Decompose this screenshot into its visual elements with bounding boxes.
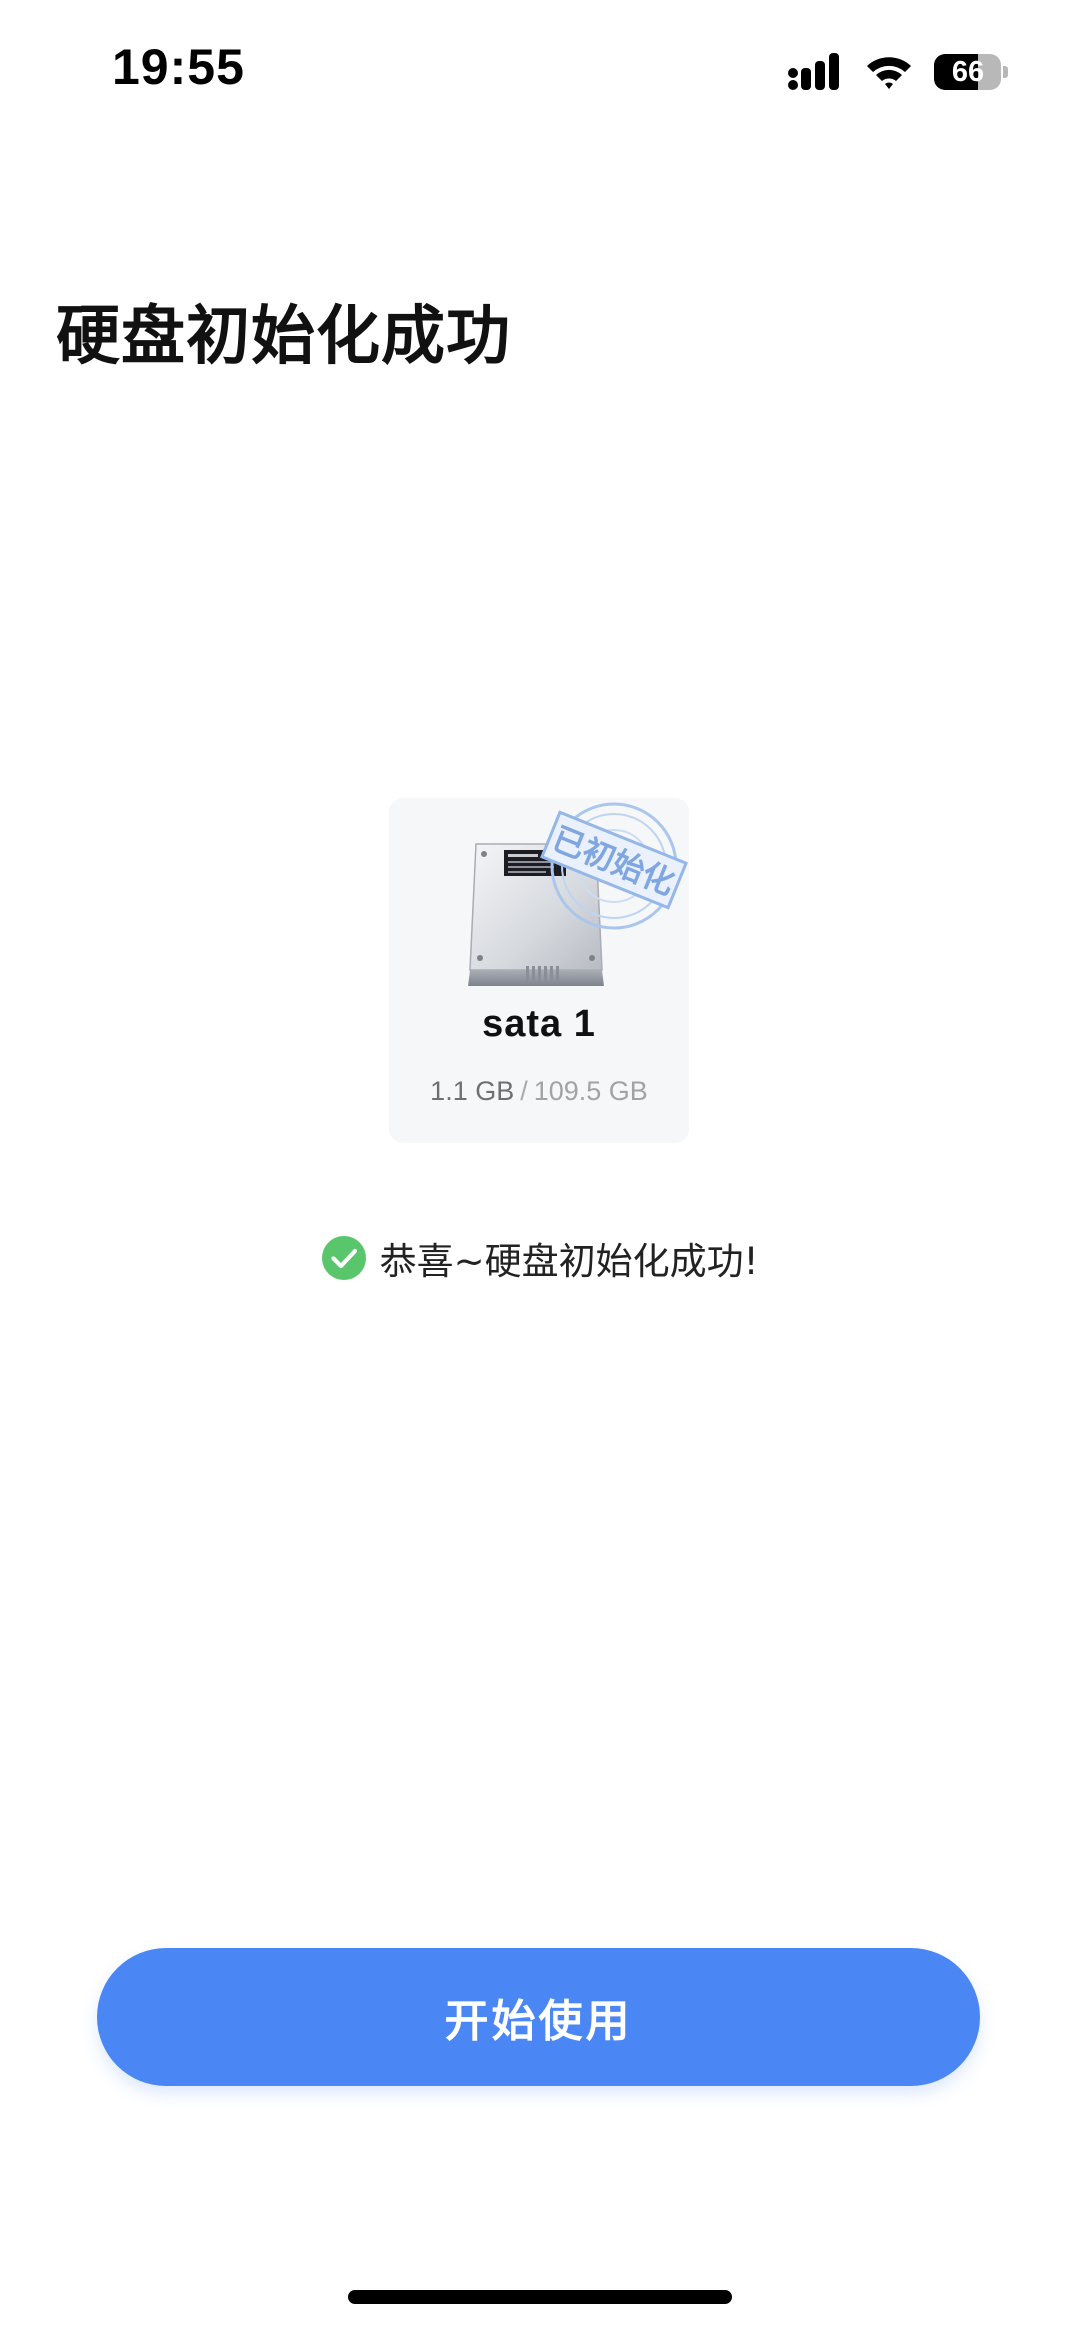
battery-indicator: 66	[934, 54, 1008, 90]
disk-used-size: 1.1 GB	[430, 1076, 515, 1106]
check-circle-icon	[321, 1236, 366, 1280]
success-text: 恭喜~硬盘初始化成功!	[379, 1240, 759, 1283]
status-time: 19:55	[112, 39, 245, 95]
success-message: 恭喜~硬盘初始化成功!	[0, 1232, 1080, 1284]
disk-usage-separator: /	[520, 1076, 528, 1106]
initialized-stamp-icon: 已初始化	[540, 802, 688, 930]
status-indicators: 66	[788, 50, 1008, 94]
disk-name: sata 1	[482, 1003, 596, 1045]
home-indicator[interactable]	[348, 2290, 732, 2304]
disk-total-size: 109.5 GB	[533, 1076, 648, 1106]
wifi-icon	[867, 57, 911, 89]
disk-usage: 1.1 GB/109.5 GB	[389, 1076, 689, 1107]
battery-tip	[1003, 66, 1008, 78]
start-using-button[interactable]: 开始使用	[97, 1948, 980, 2086]
battery-level: 66	[951, 56, 985, 88]
cellular-signal-icon	[788, 53, 839, 90]
screen: 19:55 66 硬盘初始化成功 已初始化 sata 1 1.1 GB / 10…	[0, 0, 1080, 2337]
page-title: 硬盘初始化成功	[56, 300, 511, 374]
disk-card: 已初始化 sata 1 1.1 GB/109.5 GB	[389, 798, 689, 1143]
battery-icon: 66	[934, 54, 1002, 90]
status-bar: 19:55 66	[0, 0, 1080, 130]
